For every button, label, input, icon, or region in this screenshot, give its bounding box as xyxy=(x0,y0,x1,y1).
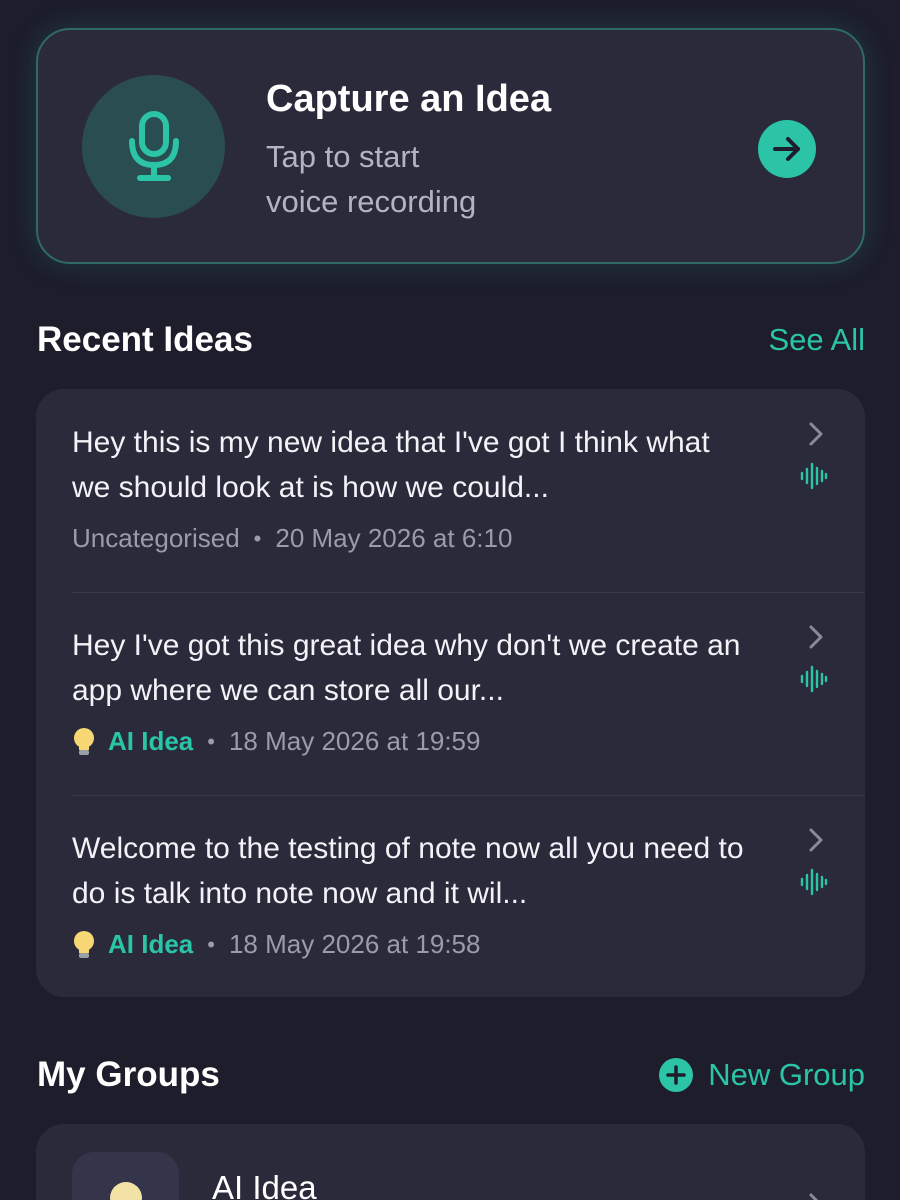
recent-ideas-header: Recent Ideas See All xyxy=(37,315,865,365)
home-screen: Capture an Idea Tap to start voice recor… xyxy=(0,0,900,1200)
plus-circle-icon xyxy=(659,1058,694,1092)
microphone-icon xyxy=(128,110,179,181)
group-name: AI Idea xyxy=(212,1169,317,1200)
capture-title: Capture an Idea xyxy=(266,78,552,120)
audio-waveform-icon xyxy=(800,868,828,896)
idea-timestamp: 18 May 2026 at 19:58 xyxy=(228,929,481,959)
capture-subtitle: Tap to start voice recording xyxy=(266,139,477,219)
new-group-label: New Group xyxy=(708,1057,865,1092)
idea-meta: Uncategorised • 20 May 2026 at 6:10 xyxy=(72,523,512,554)
lightbulb-icon xyxy=(72,727,96,757)
chevron-right-icon xyxy=(809,828,823,852)
chevron-right-icon xyxy=(809,1193,819,1200)
see-all-link[interactable]: See All xyxy=(768,322,865,358)
meta-separator: • xyxy=(253,525,262,551)
group-card[interactable]: AI Idea xyxy=(36,1124,865,1200)
idea-category: AI Idea xyxy=(108,929,194,959)
lightbulb-icon xyxy=(109,1182,142,1200)
audio-waveform-icon xyxy=(800,665,828,693)
idea-text: Welcome to the testing of note now all y… xyxy=(72,832,744,910)
new-group-button[interactable]: New Group xyxy=(658,1057,865,1093)
mic-button[interactable] xyxy=(82,75,225,218)
recent-ideas-title: Recent Ideas xyxy=(37,320,253,359)
idea-category: Uncategorised xyxy=(72,523,240,553)
idea-timestamp: 20 May 2026 at 6:10 xyxy=(275,523,513,553)
idea-category: AI Idea xyxy=(108,726,194,756)
recent-ideas-list: Hey this is my new idea that I've got I … xyxy=(36,389,865,997)
my-groups-header: My Groups New Group xyxy=(37,1050,865,1100)
lightbulb-icon xyxy=(72,930,96,960)
meta-separator: • xyxy=(207,728,215,754)
idea-row[interactable]: Welcome to the testing of note now all y… xyxy=(36,795,865,997)
chevron-right-icon xyxy=(809,625,823,649)
arrow-right-icon xyxy=(773,137,800,161)
audio-waveform-icon xyxy=(800,462,828,490)
idea-meta: AI Idea • 18 May 2026 at 19:58 xyxy=(72,929,480,960)
idea-meta: AI Idea • 18 May 2026 at 19:59 xyxy=(72,726,480,757)
idea-row[interactable]: Hey I've got this great idea why don't w… xyxy=(36,592,865,795)
my-groups-title: My Groups xyxy=(37,1055,220,1094)
idea-text: Hey this is my new idea that I've got I … xyxy=(72,426,710,504)
capture-arrow-button[interactable] xyxy=(758,120,816,178)
group-icon-tile xyxy=(72,1152,179,1200)
idea-text: Hey I've got this great idea why don't w… xyxy=(72,629,741,707)
capture-idea-card[interactable]: Capture an Idea Tap to start voice recor… xyxy=(36,28,865,264)
meta-separator: • xyxy=(207,931,215,957)
chevron-right-icon xyxy=(809,422,823,446)
idea-row[interactable]: Hey this is my new idea that I've got I … xyxy=(36,389,865,592)
idea-timestamp: 18 May 2026 at 19:59 xyxy=(228,726,481,756)
